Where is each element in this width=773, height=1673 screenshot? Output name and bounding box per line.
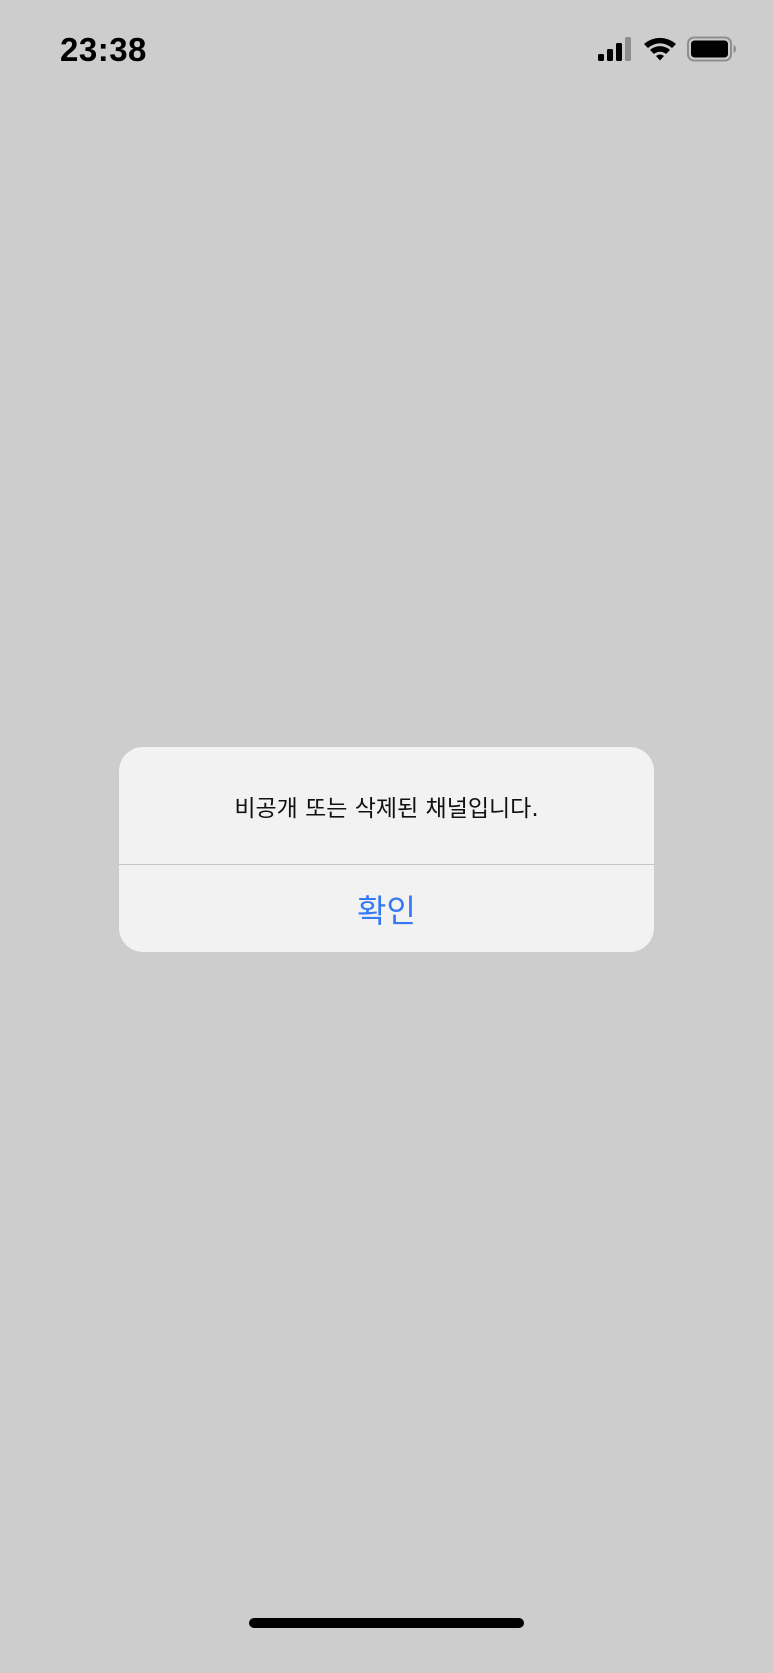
- home-indicator[interactable]: [249, 1618, 524, 1628]
- confirm-button[interactable]: 확인: [119, 865, 654, 952]
- status-bar: 23:38: [0, 0, 773, 100]
- status-time: 23:38: [60, 31, 147, 68]
- wifi-icon: [644, 37, 676, 61]
- cellular-signal-icon: [598, 37, 631, 61]
- battery-icon: [687, 36, 736, 62]
- alert-dialog: 비공개 또는 삭제된 채널입니다. 확인: [119, 747, 654, 952]
- alert-message: 비공개 또는 삭제된 채널입니다.: [234, 795, 539, 822]
